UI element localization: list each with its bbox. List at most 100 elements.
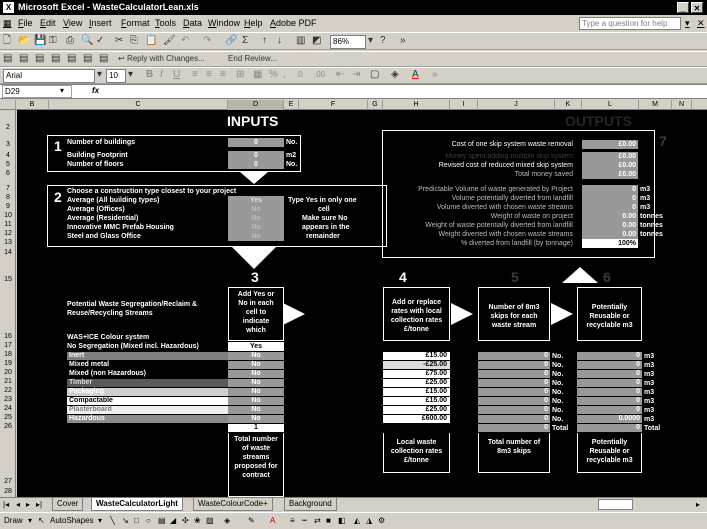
save-icon[interactable]: 💾 xyxy=(34,33,46,49)
review-icon-1[interactable]: ▤ xyxy=(3,51,12,67)
align-right-icon[interactable]: ≡ xyxy=(220,67,226,83)
format-painter-icon[interactable]: 🖌 xyxy=(163,33,176,49)
review-icon-6[interactable]: ▤ xyxy=(83,51,92,67)
wordart-icon[interactable]: ◢ xyxy=(170,513,176,529)
sort-descending-icon[interactable]: ↓ xyxy=(277,33,282,49)
review-icon-2[interactable]: ▤ xyxy=(19,51,28,67)
col-header-e[interactable]: E xyxy=(284,100,299,110)
tab-next-icon[interactable]: ▸ xyxy=(26,498,30,511)
row-header[interactable]: 16 xyxy=(0,333,16,340)
decrease-decimal-icon[interactable]: .00 xyxy=(314,67,325,83)
review-icon-7[interactable]: ▤ xyxy=(99,51,108,67)
col-header-c[interactable]: C xyxy=(49,100,228,110)
review-icon-5[interactable]: ▤ xyxy=(67,51,76,67)
help-icon[interactable]: ? xyxy=(380,33,386,49)
toolbar-more-icon[interactable]: » xyxy=(432,67,438,83)
size-dropdown-icon[interactable]: ▾ xyxy=(128,67,133,83)
menu-view[interactable]: View xyxy=(63,15,82,32)
minimize-button[interactable]: _ xyxy=(677,2,689,13)
col-header-l[interactable]: L xyxy=(582,100,639,110)
col-header-m[interactable]: M xyxy=(639,100,672,110)
print-icon[interactable]: ⎙ xyxy=(66,33,74,49)
row-header[interactable]: 15 xyxy=(0,276,16,283)
row-header[interactable]: 4 xyxy=(0,152,16,159)
font-color-icon[interactable]: A xyxy=(412,67,419,83)
dash-style-icon[interactable]: ┅ xyxy=(302,513,307,529)
menu-format[interactable]: Format xyxy=(121,15,150,32)
select-all-corner[interactable] xyxy=(0,100,16,110)
autoshapes-dropdown-icon[interactable]: ▾ xyxy=(98,513,102,529)
rate-cell[interactable]: -£25.00 xyxy=(383,361,450,369)
row-header[interactable]: 11 xyxy=(0,221,16,228)
line-style-icon[interactable]: ≡ xyxy=(290,513,295,529)
zoom-select[interactable]: 86% xyxy=(330,35,366,49)
end-review-button[interactable]: End Review... xyxy=(228,51,277,67)
name-box-dropdown-icon[interactable]: ▾ xyxy=(60,86,64,95)
floors-cell[interactable]: 0 xyxy=(228,160,284,169)
help-dropdown-icon[interactable]: ▾ xyxy=(685,15,690,32)
col-header-g[interactable]: G xyxy=(368,100,383,110)
font-select[interactable]: Arial xyxy=(3,69,95,83)
toolbar-options-icon[interactable]: » xyxy=(400,33,406,49)
decrease-indent-icon[interactable]: ⇤ xyxy=(336,67,344,83)
shadow-style-icon[interactable]: ■ xyxy=(326,513,331,529)
chart-wizard-icon[interactable]: ▥ xyxy=(296,33,305,49)
rate-cell[interactable]: £600.00 xyxy=(383,415,450,423)
row-header[interactable]: 7 xyxy=(0,185,16,192)
num-buildings-cell[interactable]: 0 xyxy=(228,138,284,147)
draw-more-icon[interactable]: ◮ xyxy=(366,513,372,529)
type-cell-no[interactable]: No xyxy=(228,232,284,241)
align-center-icon[interactable]: ≡ xyxy=(206,67,212,83)
merge-center-icon[interactable]: ⊞ xyxy=(236,67,244,83)
stream-select-cell[interactable]: No xyxy=(228,361,284,369)
horizontal-scrollbar-thumb[interactable] xyxy=(598,499,633,510)
menu-adobe-pdf[interactable]: Adobe PDF xyxy=(270,15,317,32)
line-color-icon[interactable]: ✎ xyxy=(248,513,255,529)
row-header[interactable]: 27 xyxy=(0,478,16,485)
spelling-icon[interactable]: ✓ xyxy=(96,33,104,49)
select-objects-icon[interactable]: ↖ xyxy=(38,513,45,529)
workbook-icon[interactable]: ▦ xyxy=(3,15,12,32)
col-header-k[interactable]: K xyxy=(555,100,582,110)
row-header[interactable]: 24 xyxy=(0,405,16,412)
font-dropdown-icon[interactable]: ▾ xyxy=(97,67,102,83)
tab-prev-icon[interactable]: ◂ xyxy=(16,498,20,511)
row-header[interactable]: 20 xyxy=(0,369,16,376)
footprint-cell[interactable]: 0 xyxy=(228,151,284,160)
type-cell-no[interactable]: No xyxy=(228,205,284,214)
fx-icon[interactable]: fx xyxy=(92,86,99,95)
underline-icon[interactable]: U xyxy=(173,67,180,83)
hyperlink-icon[interactable]: 🔗 xyxy=(225,33,237,49)
menu-window[interactable]: Window xyxy=(208,15,240,32)
col-header-b[interactable]: B xyxy=(16,100,49,110)
row-header[interactable]: 14 xyxy=(0,249,16,256)
clipart-icon[interactable]: ❀ xyxy=(194,513,201,529)
draw-menu[interactable]: Draw xyxy=(4,513,23,529)
row-header[interactable]: 13 xyxy=(0,239,16,246)
font-size-select[interactable]: 10 xyxy=(106,69,126,83)
col-header-d[interactable]: D xyxy=(228,100,284,110)
drawing-icon[interactable]: ◩ xyxy=(312,33,321,49)
cut-icon[interactable]: ✂ xyxy=(115,33,123,49)
col-header-f[interactable]: F xyxy=(299,100,368,110)
stream-select-cell[interactable]: No xyxy=(228,397,284,405)
tab-first-icon[interactable]: |◂ xyxy=(3,498,9,511)
tab-cover[interactable]: Cover xyxy=(52,498,84,511)
fill-color-icon[interactable]: ◈ xyxy=(391,67,399,83)
tab-background[interactable]: Background xyxy=(284,498,337,511)
row-header[interactable]: 2 xyxy=(0,124,16,131)
stream-select-cell[interactable]: No xyxy=(228,379,284,387)
textbox-icon[interactable]: ▤ xyxy=(158,513,166,529)
menu-help[interactable]: Help xyxy=(244,15,263,32)
col-header-h[interactable]: H xyxy=(383,100,450,110)
row-header[interactable]: 26 xyxy=(0,423,16,430)
row-header[interactable]: 6 xyxy=(0,170,16,177)
autoshapes-menu[interactable]: AutoShapes xyxy=(50,513,94,529)
fill-color-draw-icon[interactable]: ◈ xyxy=(224,513,230,529)
row-header[interactable]: 12 xyxy=(0,230,16,237)
row-header[interactable]: 18 xyxy=(0,351,16,358)
diagram-icon[interactable]: ✣ xyxy=(182,513,189,529)
sort-ascending-icon[interactable]: ↑ xyxy=(262,33,267,49)
type-cell-yes[interactable]: Yes xyxy=(228,196,284,205)
permission-icon[interactable]: ⚿ xyxy=(49,33,57,49)
